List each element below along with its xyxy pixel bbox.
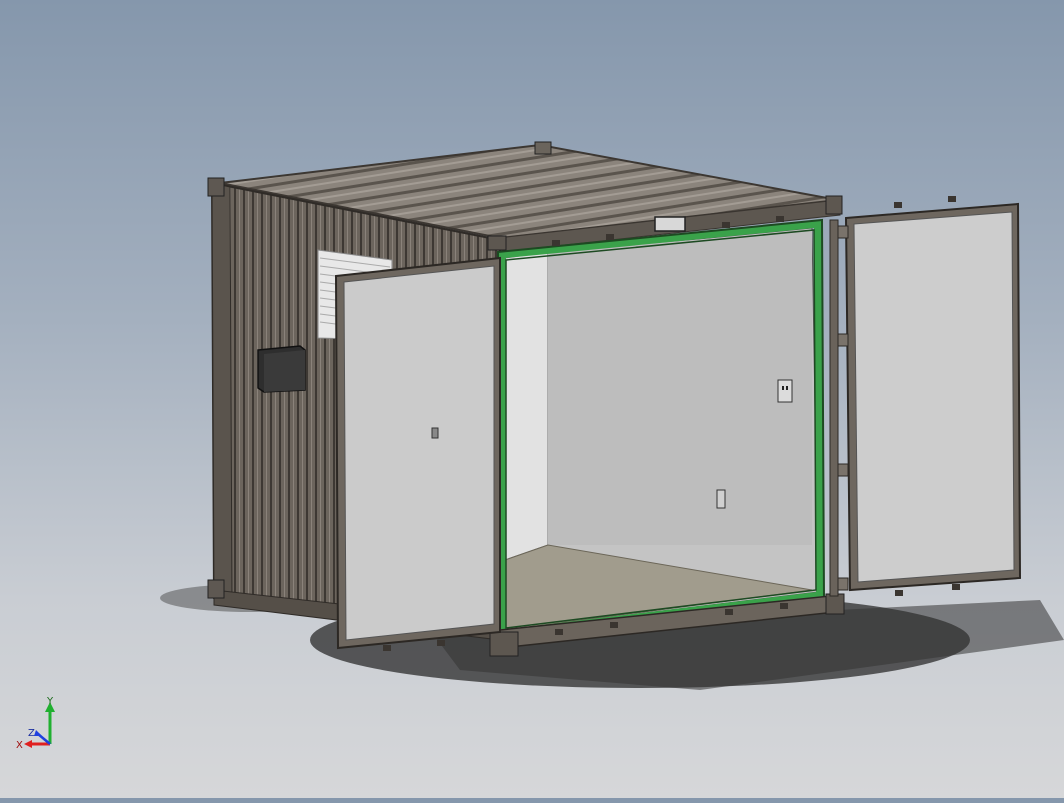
corner-casting-icon [487,235,507,251]
z-axis-label: Z [28,728,35,739]
junction-box-icon [257,345,306,393]
y-axis-label: Y [46,696,54,707]
3d-viewport[interactable] [0,0,1064,798]
container-interior [504,227,819,631]
corner-casting-icon [489,631,519,657]
axis-triad: Y X Z [14,696,66,756]
corner-casting-icon [825,593,845,615]
container-model[interactable] [0,0,1064,798]
wall-outlet-icon [777,379,793,403]
corner-casting-icon [534,141,552,155]
x-axis-label: X [16,740,23,751]
light-switch-icon [716,489,726,509]
corner-casting-icon [207,177,225,197]
corner-casting-icon [207,579,225,599]
door-handle-icon[interactable] [431,427,439,439]
right-door[interactable] [829,202,1022,597]
roof-hatch-icon [654,216,686,232]
corner-casting-icon [825,195,843,215]
left-door[interactable] [334,256,501,650]
